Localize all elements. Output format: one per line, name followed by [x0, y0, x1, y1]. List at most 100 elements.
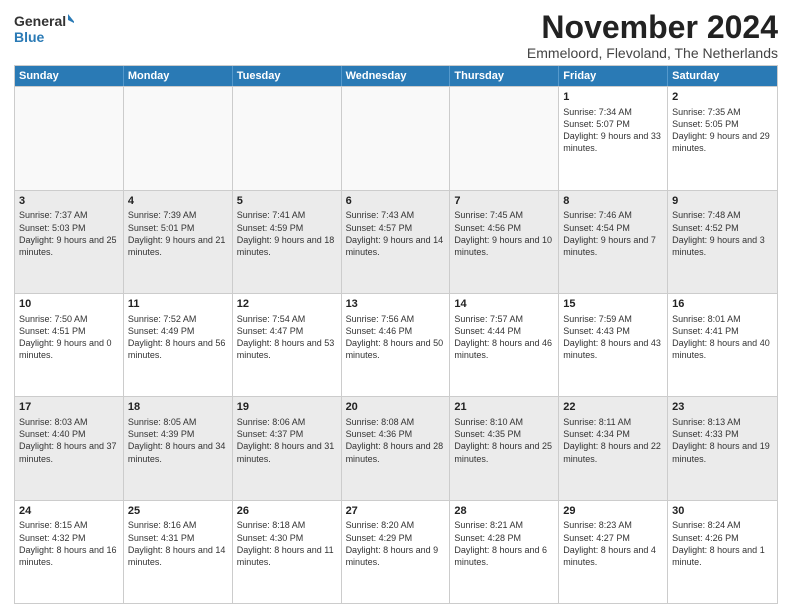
day-info: Sunrise: 8:18 AM Sunset: 4:30 PM Dayligh…: [237, 520, 334, 566]
calendar-cell: 1Sunrise: 7:34 AM Sunset: 5:07 PM Daylig…: [559, 87, 668, 189]
calendar-cell: 19 Sunrise: 8:06 AM Sunset: 4:37 PM Dayli…: [233, 397, 342, 499]
day-number: 18: [128, 400, 228, 415]
day-info: Sunrise: 7:39 AM Sunset: 5:01 PM Dayligh…: [128, 210, 226, 256]
calendar-row: 3Sunrise: 7:37 AM Sunset: 5:03 PM Daylig…: [15, 190, 777, 293]
calendar-cell: 5Sunrise: 7:41 AM Sunset: 4:59 PM Daylig…: [233, 191, 342, 293]
day-info: Sunrise: 7:41 AM Sunset: 4:59 PM Dayligh…: [237, 210, 335, 256]
calendar-cell: 28Sunrise: 8:21 AM Sunset: 4:28 PM Dayli…: [450, 501, 559, 603]
calendar-cell: 11 Sunrise: 7:52 AM Sunset: 4:49 PM Dayli…: [124, 294, 233, 396]
calendar-cell: 15Sunrise: 7:59 AM Sunset: 4:43 PM Dayli…: [559, 294, 668, 396]
day-info: Sunrise: 8:01 AM Sunset: 4:41 PM Dayligh…: [672, 314, 770, 360]
day-info: Sunrise: 8:24 AM Sunset: 4:26 PM Dayligh…: [672, 520, 765, 566]
day-number: 10: [19, 297, 119, 312]
calendar-cell: 7Sunrise: 7:45 AM Sunset: 4:56 PM Daylig…: [450, 191, 559, 293]
day-number: 20: [346, 400, 446, 415]
day-info: Sunrise: 8:20 AM Sunset: 4:29 PM Dayligh…: [346, 520, 439, 566]
day-number: 19: [237, 400, 337, 415]
day-info: Sunrise: 7:50 AM Sunset: 4:51 PM Dayligh…: [19, 314, 112, 360]
day-info: Sunrise: 8:13 AM Sunset: 4:33 PM Dayligh…: [672, 417, 770, 463]
day-info: Sunrise: 7:57 AM Sunset: 4:44 PM Dayligh…: [454, 314, 552, 360]
day-number: 24: [19, 504, 119, 519]
calendar-cell: [15, 87, 124, 189]
logo-svg: General Blue: [14, 10, 74, 50]
svg-text:General: General: [14, 13, 66, 29]
calendar-row: 24Sunrise: 8:15 AM Sunset: 4:32 PM Dayli…: [15, 500, 777, 603]
calendar-cell: 4Sunrise: 7:39 AM Sunset: 5:01 PM Daylig…: [124, 191, 233, 293]
day-info: Sunrise: 7:56 AM Sunset: 4:46 PM Dayligh…: [346, 314, 444, 360]
day-number: 9: [672, 194, 773, 209]
calendar-cell: 29Sunrise: 8:23 AM Sunset: 4:27 PM Dayli…: [559, 501, 668, 603]
calendar-header-cell: Thursday: [450, 66, 559, 86]
calendar-cell: 13 Sunrise: 7:56 AM Sunset: 4:46 PM Dayli…: [342, 294, 451, 396]
calendar-cell: 26Sunrise: 8:18 AM Sunset: 4:30 PM Dayli…: [233, 501, 342, 603]
calendar-cell: 10 Sunrise: 7:50 AM Sunset: 4:51 PM Dayli…: [15, 294, 124, 396]
calendar-cell: [450, 87, 559, 189]
day-number: 11: [128, 297, 228, 312]
calendar: SundayMondayTuesdayWednesdayThursdayFrid…: [14, 65, 778, 604]
day-number: 16: [672, 297, 773, 312]
month-title: November 2024: [527, 10, 778, 45]
page-header: General Blue November 2024 Emmeloord, Fl…: [14, 10, 778, 61]
calendar-cell: 27Sunrise: 8:20 AM Sunset: 4:29 PM Dayli…: [342, 501, 451, 603]
day-number: 13: [346, 297, 446, 312]
calendar-row: 1Sunrise: 7:34 AM Sunset: 5:07 PM Daylig…: [15, 86, 777, 189]
day-number: 3: [19, 194, 119, 209]
subtitle: Emmeloord, Flevoland, The Netherlands: [527, 45, 778, 61]
calendar-cell: 20 Sunrise: 8:08 AM Sunset: 4:36 PM Dayli…: [342, 397, 451, 499]
calendar-row: 17Sunrise: 8:03 AM Sunset: 4:40 PM Dayli…: [15, 396, 777, 499]
day-info: Sunrise: 7:46 AM Sunset: 4:54 PM Dayligh…: [563, 210, 656, 256]
day-number: 12: [237, 297, 337, 312]
calendar-cell: 25Sunrise: 8:16 AM Sunset: 4:31 PM Dayli…: [124, 501, 233, 603]
day-number: 14: [454, 297, 554, 312]
day-number: 29: [563, 504, 663, 519]
calendar-cell: 8Sunrise: 7:46 AM Sunset: 4:54 PM Daylig…: [559, 191, 668, 293]
day-number: 21: [454, 400, 554, 415]
calendar-cell: 24Sunrise: 8:15 AM Sunset: 4:32 PM Dayli…: [15, 501, 124, 603]
day-info: Sunrise: 7:54 AM Sunset: 4:47 PM Dayligh…: [237, 314, 335, 360]
day-info: Sunrise: 7:34 AM Sunset: 5:07 PM Dayligh…: [563, 107, 661, 153]
day-info: Sunrise: 8:06 AM Sunset: 4:37 PM Dayligh…: [237, 417, 335, 463]
day-info: Sunrise: 8:03 AM Sunset: 4:40 PM Dayligh…: [19, 417, 117, 463]
day-info: Sunrise: 7:43 AM Sunset: 4:57 PM Dayligh…: [346, 210, 444, 256]
calendar-cell: 18 Sunrise: 8:05 AM Sunset: 4:39 PM Dayli…: [124, 397, 233, 499]
calendar-cell: 30Sunrise: 8:24 AM Sunset: 4:26 PM Dayli…: [668, 501, 777, 603]
day-number: 8: [563, 194, 663, 209]
day-number: 22: [563, 400, 663, 415]
day-number: 7: [454, 194, 554, 209]
calendar-cell: 16 Sunrise: 8:01 AM Sunset: 4:41 PM Dayli…: [668, 294, 777, 396]
calendar-header-cell: Saturday: [668, 66, 777, 86]
day-number: 4: [128, 194, 228, 209]
day-number: 25: [128, 504, 228, 519]
day-number: 2: [672, 90, 773, 105]
calendar-row: 10 Sunrise: 7:50 AM Sunset: 4:51 PM Dayli…: [15, 293, 777, 396]
calendar-header-cell: Wednesday: [342, 66, 451, 86]
calendar-cell: 6Sunrise: 7:43 AM Sunset: 4:57 PM Daylig…: [342, 191, 451, 293]
day-number: 6: [346, 194, 446, 209]
calendar-cell: 22Sunrise: 8:11 AM Sunset: 4:34 PM Dayli…: [559, 397, 668, 499]
day-number: 23: [672, 400, 773, 415]
calendar-cell: 23 Sunrise: 8:13 AM Sunset: 4:33 PM Dayli…: [668, 397, 777, 499]
calendar-cell: 12 Sunrise: 7:54 AM Sunset: 4:47 PM Dayli…: [233, 294, 342, 396]
calendar-cell: 17Sunrise: 8:03 AM Sunset: 4:40 PM Dayli…: [15, 397, 124, 499]
day-number: 28: [454, 504, 554, 519]
day-info: Sunrise: 8:15 AM Sunset: 4:32 PM Dayligh…: [19, 520, 117, 566]
day-info: Sunrise: 8:23 AM Sunset: 4:27 PM Dayligh…: [563, 520, 656, 566]
calendar-cell: 14 Sunrise: 7:57 AM Sunset: 4:44 PM Dayli…: [450, 294, 559, 396]
calendar-body: 1Sunrise: 7:34 AM Sunset: 5:07 PM Daylig…: [15, 86, 777, 603]
calendar-header-cell: Monday: [124, 66, 233, 86]
title-block: November 2024 Emmeloord, Flevoland, The …: [527, 10, 778, 61]
calendar-cell: [233, 87, 342, 189]
day-info: Sunrise: 7:45 AM Sunset: 4:56 PM Dayligh…: [454, 210, 552, 256]
calendar-cell: 21Sunrise: 8:10 AM Sunset: 4:35 PM Dayli…: [450, 397, 559, 499]
day-info: Sunrise: 8:05 AM Sunset: 4:39 PM Dayligh…: [128, 417, 226, 463]
day-info: Sunrise: 7:52 AM Sunset: 4:49 PM Dayligh…: [128, 314, 226, 360]
day-number: 15: [563, 297, 663, 312]
day-number: 27: [346, 504, 446, 519]
calendar-header-cell: Sunday: [15, 66, 124, 86]
calendar-header-cell: Friday: [559, 66, 668, 86]
day-info: Sunrise: 7:37 AM Sunset: 5:03 PM Dayligh…: [19, 210, 117, 256]
day-info: Sunrise: 8:08 AM Sunset: 4:36 PM Dayligh…: [346, 417, 444, 463]
logo: General Blue: [14, 10, 74, 50]
day-number: 5: [237, 194, 337, 209]
calendar-cell: 2Sunrise: 7:35 AM Sunset: 5:05 PM Daylig…: [668, 87, 777, 189]
